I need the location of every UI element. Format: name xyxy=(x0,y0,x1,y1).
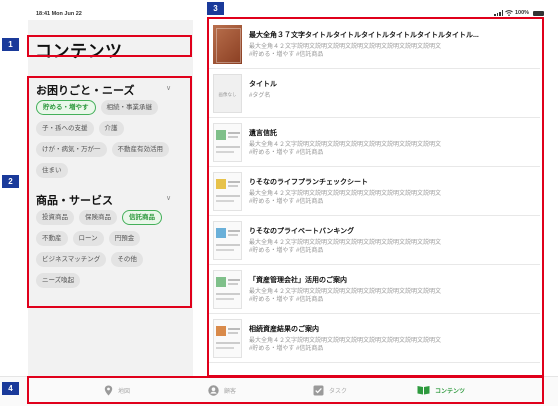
tab-map[interactable]: 地図 xyxy=(104,385,130,396)
tab-customers[interactable]: 顧客 xyxy=(208,385,236,396)
content-tags: #貯める・増やす #信託商品 xyxy=(249,346,324,352)
signal-icon xyxy=(494,10,503,16)
products-chip-group: 投資商品 保険商品 信託商品不動産 ローン 円預金 ビジネスマッチング その他ニーズ喚起 xyxy=(36,210,188,288)
content-tags: #貯める・増やす #信託商品 xyxy=(249,297,324,303)
filter-chip[interactable]: その他 xyxy=(111,252,143,267)
filter-chip[interactable]: ビジネスマッチング xyxy=(36,252,107,267)
content-list-item[interactable]: 「資産管理会社」活用のご案内 最大全角４２文字説明文説明文説明文説明文説明文説明文… xyxy=(207,265,540,314)
filter-chip[interactable]: けが・病気・万が一 xyxy=(36,142,107,157)
content-title: タイトル xyxy=(249,81,277,88)
content-title: 最大全角３７文字タイトルタイトルタイトルタイトルタイトルタイトル... xyxy=(249,32,479,39)
battery-icon xyxy=(533,10,545,16)
annotation-tag-3: 3 xyxy=(207,2,224,15)
filter-chip[interactable]: 投資商品 xyxy=(36,210,74,225)
annotation-tag-1: 1 xyxy=(2,38,19,51)
filter-chip[interactable]: ローン xyxy=(72,231,104,246)
filter-chip[interactable]: 円預金 xyxy=(108,231,141,246)
content-thumbnail xyxy=(213,172,242,211)
person-icon xyxy=(208,385,219,396)
filter-chip[interactable]: 信託商品 xyxy=(122,210,162,225)
section-title-needs: お困りごと・ニーズ xyxy=(36,85,135,97)
tab-bar: 地図 顧客 タスク コンテンツ xyxy=(0,376,558,406)
filter-chip[interactable]: 不動産有効活用 xyxy=(111,142,169,157)
page-title: コンテンツ xyxy=(35,42,123,61)
content-list-item[interactable]: 相続資産結果のご案内 最大全角４２文字説明文説明文説明文説明文説明文説明文説明文説… xyxy=(207,314,540,363)
content-thumbnail xyxy=(213,319,242,358)
wifi-icon xyxy=(505,10,513,16)
status-indicators: 100% xyxy=(494,10,545,16)
status-bar: 18:41 Mon Jun 22 100% xyxy=(0,0,558,20)
content-list: 最大全角３７文字タイトルタイトルタイトルタイトルタイトルタイトル... 最大全角４… xyxy=(207,20,544,376)
content-thumbnail xyxy=(213,270,242,309)
content-list-item[interactable]: 最大全角３７文字タイトルタイトルタイトルタイトルタイトルタイトル... 最大全角４… xyxy=(207,20,540,69)
content-list-item[interactable]: 画像なし タイトル #タグ名 xyxy=(207,69,540,118)
content-tags: #貯める・増やす #信託商品 xyxy=(249,52,324,58)
filter-chip[interactable]: 貯める・増やす xyxy=(36,100,96,115)
content-list-item[interactable]: りそなのライフプランチェックシート 最大全角４２文字説明文説明文説明文説明文説明文… xyxy=(207,167,540,216)
filter-chip[interactable]: 相続・事業承継 xyxy=(100,100,158,115)
content-title: りそなのライフプランチェックシート xyxy=(249,179,368,186)
filter-chip[interactable]: 子・孫への支援 xyxy=(36,121,94,136)
status-time: 18:41 Mon Jun 22 xyxy=(36,11,82,17)
annotation-tag-2: 2 xyxy=(2,175,19,188)
book-icon xyxy=(417,386,430,395)
content-tags: #貯める・増やす #信託商品 xyxy=(249,199,324,205)
section-title-products: 商品・サービス xyxy=(36,195,113,207)
tab-tasks-label: タスク xyxy=(329,389,348,395)
content-list-item[interactable]: 遺言信託 最大全角４２文字説明文説明文説明文説明文説明文説明文説明文説明文 #貯める… xyxy=(207,118,540,167)
tab-contents-label: コンテンツ xyxy=(435,388,466,395)
content-tags: #貯める・増やす #信託商品 xyxy=(249,150,324,156)
filter-chip[interactable]: 住まい xyxy=(36,163,68,178)
content-thumbnail xyxy=(213,123,242,162)
annotation-tag-4: 4 xyxy=(2,382,19,395)
filter-chip[interactable]: 介護 xyxy=(98,121,124,136)
content-title: 「資産管理会社」活用のご案内 xyxy=(249,277,347,284)
content-thumbnail xyxy=(213,221,242,260)
chevron-down-icon[interactable]: ∨ xyxy=(166,194,171,202)
filter-chip[interactable]: ニーズ喚起 xyxy=(36,273,81,288)
content-thumbnail: 画像なし xyxy=(213,74,242,113)
tab-customers-label: 顧客 xyxy=(224,389,237,395)
content-thumbnail xyxy=(213,25,242,64)
needs-chip-group: 貯める・増やす 相続・事業承継 子・孫への支援 介護けが・病気・万が一 不動産有効活用住… xyxy=(36,100,188,178)
checkbox-icon xyxy=(313,385,324,396)
tab-contents[interactable]: コンテンツ xyxy=(417,385,465,395)
battery-percent: 100% xyxy=(515,10,530,16)
content-title: 相続資産結果のご案内 xyxy=(249,326,319,333)
filter-chip[interactable]: 保険商品 xyxy=(79,210,117,225)
filter-chip[interactable]: 不動産 xyxy=(36,231,68,246)
tab-tasks[interactable]: タスク xyxy=(313,385,347,396)
content-title: りそなのプライベートバンキング xyxy=(249,228,355,235)
content-tags: #貯める・増やす #信託商品 xyxy=(249,248,324,254)
map-pin-icon xyxy=(104,385,113,396)
content-title: 遺言信託 xyxy=(249,130,277,137)
tab-map-label: 地図 xyxy=(118,389,131,395)
chevron-down-icon[interactable]: ∨ xyxy=(166,84,171,92)
content-list-item[interactable]: りそなのプライベートバンキング 最大全角４２文字説明文説明文説明文説明文説明文説明… xyxy=(207,216,540,265)
content-tags: #タグ名 xyxy=(249,93,271,99)
